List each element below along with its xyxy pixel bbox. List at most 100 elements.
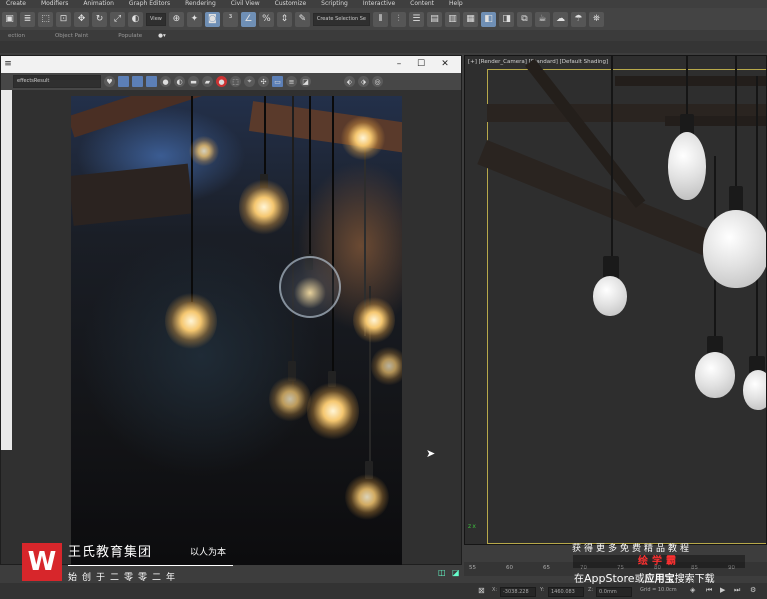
render-frame-toolbar: effectsResult ♥ ● ◐ ▬ ▰ ● ⬚ ⌖ ✣ ▭ ≡ ◪ ⬖ … xyxy=(1,73,461,90)
play-icon[interactable]: ▶ xyxy=(720,586,725,594)
open-image-icon[interactable]: ▰ xyxy=(202,76,213,87)
stop-render-icon[interactable]: ● xyxy=(216,76,227,87)
channel-display-icon[interactable]: ♥ xyxy=(104,76,115,87)
rect-selection-icon[interactable]: ⬚ xyxy=(38,11,53,27)
render-settings-icon[interactable]: ◎ xyxy=(372,76,383,87)
maximize-button[interactable]: ☐ xyxy=(415,59,427,69)
axis-tripod: z x xyxy=(468,523,476,530)
scale-icon[interactable]: ⤢ xyxy=(110,11,125,27)
pivot-icon[interactable]: ⊕ xyxy=(168,11,184,27)
menu-interactive[interactable]: Interactive xyxy=(357,0,404,8)
ribbon-panel xyxy=(0,41,767,53)
vfb-history-icon[interactable]: ▭ xyxy=(272,76,283,87)
timeline-tick: 60 xyxy=(506,565,513,571)
glowing-bulb xyxy=(353,296,395,344)
render-production-icon[interactable]: ☕ xyxy=(534,11,550,27)
wire xyxy=(264,96,266,176)
alpha-channel-icon[interactable]: ● xyxy=(160,76,171,87)
y-coord-field[interactable]: 1460.083 xyxy=(548,587,584,597)
ribbon-object-paint-label[interactable]: Object Paint xyxy=(55,33,88,39)
watermark-divider xyxy=(68,565,233,566)
company-name: 王氏教育集团 xyxy=(68,545,153,560)
menu-graph-editors[interactable]: Graph Editors xyxy=(123,0,179,8)
ribbon-options-icon[interactable]: ●▾ xyxy=(158,33,166,39)
render-interactive-icon[interactable]: ⬗ xyxy=(358,76,369,87)
placement-icon[interactable]: ◐ xyxy=(128,11,143,27)
go-to-end-icon[interactable]: ⏭ xyxy=(734,586,740,595)
window-crossing-icon[interactable]: ⊡ xyxy=(56,11,71,27)
timeline-tick: 65 xyxy=(543,565,550,571)
glowing-bulb xyxy=(189,136,219,166)
blue-channel-toggle[interactable] xyxy=(146,76,157,87)
color-correction-icon[interactable]: ◪ xyxy=(300,76,311,87)
edit-named-selection-icon[interactable]: ✎ xyxy=(294,11,310,27)
mirror-icon[interactable]: ⫴ xyxy=(372,11,388,27)
render-last-icon[interactable]: ⬖ xyxy=(344,76,355,87)
menu-scripting[interactable]: Scripting xyxy=(315,0,357,8)
z-coord-field[interactable]: 0.0mm xyxy=(596,587,632,597)
window-menu-icon[interactable]: ≡ xyxy=(2,59,14,69)
rendered-frame-window-icon[interactable]: ⧉ xyxy=(516,11,532,27)
render-active-shade-icon[interactable]: ⛯ xyxy=(588,11,604,27)
select-object-icon[interactable]: ▣ xyxy=(2,11,17,27)
save-image-icon[interactable]: ▬ xyxy=(188,76,199,87)
render-in-cloud-icon[interactable]: ☂ xyxy=(570,11,586,27)
toggle-ribbon-icon[interactable]: ▤ xyxy=(426,11,442,27)
move-icon[interactable]: ✥ xyxy=(74,11,89,27)
lens-effects-icon[interactable]: ≡ xyxy=(286,76,297,87)
promo-app: 应用宝 xyxy=(644,574,675,585)
select-manipulate-icon[interactable]: ✦ xyxy=(186,11,202,27)
menu-content[interactable]: Content xyxy=(404,0,443,8)
ribbon-populate-label[interactable]: Populate xyxy=(118,33,142,39)
rotate-icon[interactable]: ↻ xyxy=(92,11,107,27)
material-editor-icon[interactable]: ◧ xyxy=(480,11,496,27)
ribbon-selection-label[interactable]: ection xyxy=(8,33,25,39)
grid-size-label: Grid = 10.0cm xyxy=(640,587,677,593)
render-frame-title-bar[interactable]: ≡ – ☐ ✕ xyxy=(1,56,461,73)
panel-options-icon[interactable]: ◪ xyxy=(452,568,460,577)
go-to-start-icon[interactable]: ⏮ xyxy=(706,586,712,595)
track-icon[interactable]: ✣ xyxy=(258,76,269,87)
menu-customize[interactable]: Customize xyxy=(269,0,316,8)
region-render-icon[interactable]: ⬚ xyxy=(230,76,241,87)
green-channel-toggle[interactable] xyxy=(132,76,143,87)
viewport-wire xyxy=(686,56,688,116)
menu-rendering[interactable]: Rendering xyxy=(179,0,225,8)
expand-panel-icon[interactable]: ◫ xyxy=(438,568,446,577)
add-time-tag-icon[interactable]: ◈ xyxy=(690,586,695,594)
camera-viewport[interactable]: [+] [Render_Camera] [Standard] [Default … xyxy=(464,55,767,545)
selection-set-dropdown[interactable]: Create Selection Se xyxy=(312,12,370,26)
close-button[interactable]: ✕ xyxy=(439,59,451,69)
schematic-view-icon[interactable]: ▦ xyxy=(462,11,478,27)
follow-mouse-icon[interactable]: ⌖ xyxy=(244,76,255,87)
reference-coord-dropdown[interactable]: View xyxy=(146,12,166,26)
render-channel-dropdown[interactable]: effectsResult xyxy=(13,75,101,88)
glowing-bulb xyxy=(165,292,217,350)
curve-editor-icon[interactable]: ▥ xyxy=(444,11,460,27)
angle-snap-icon[interactable]: ∠ xyxy=(240,11,256,27)
layer-explorer-icon[interactable]: ☰ xyxy=(408,11,424,27)
snap-toggle-icon[interactable]: ³ xyxy=(222,11,238,27)
x-coord-field[interactable]: -3038.228 xyxy=(500,587,536,597)
menu-animation[interactable]: Animation xyxy=(77,0,123,8)
spinner-snap-icon[interactable]: ⇕ xyxy=(276,11,292,27)
wooden-beam xyxy=(71,96,265,138)
select-by-name-icon[interactable]: ≣ xyxy=(20,11,35,27)
menu-modifiers[interactable]: Modifiers xyxy=(35,0,77,8)
promo-line-3: 在AppStore或应用宝搜索下载 xyxy=(574,570,715,585)
menu-create[interactable]: Create xyxy=(0,0,35,8)
align-icon[interactable]: ⫶ xyxy=(390,11,406,27)
menu-help[interactable]: Help xyxy=(443,0,472,8)
menu-civil-view[interactable]: Civil View xyxy=(225,0,269,8)
percent-snap-icon[interactable]: % xyxy=(258,11,274,27)
left-scrollbar[interactable] xyxy=(1,90,12,450)
lock-selection-icon[interactable]: ⊠ xyxy=(478,586,485,595)
render-setup-icon[interactable]: ◨ xyxy=(498,11,514,27)
minimize-button[interactable]: – xyxy=(393,59,405,69)
render-iterative-icon[interactable]: ☁ xyxy=(552,11,568,27)
keyboard-shortcut-icon[interactable]: ◙ xyxy=(204,11,220,27)
viewport-bulb xyxy=(668,132,706,200)
time-config-icon[interactable]: ⚙ xyxy=(750,586,756,594)
monochrome-icon[interactable]: ◐ xyxy=(174,76,185,87)
red-channel-toggle[interactable] xyxy=(118,76,129,87)
